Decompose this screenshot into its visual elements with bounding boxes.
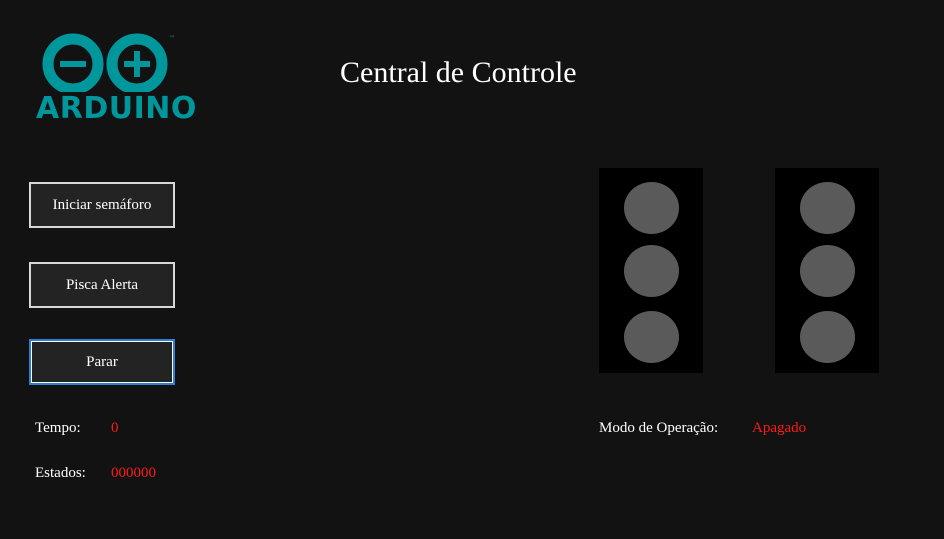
operation-mode-value: Apagado — [752, 420, 807, 436]
traffic-light-2-green-lamp — [800, 311, 855, 363]
page-title: Central de Controle — [340, 56, 577, 89]
start-traffic-light-button[interactable]: Iniciar semáforo — [29, 182, 175, 228]
traffic-light-1 — [599, 168, 703, 373]
trademark-mark: ™ — [169, 35, 175, 42]
time-value: 0 — [111, 420, 119, 436]
time-label: Tempo: — [35, 420, 81, 436]
traffic-light-1-green-lamp — [624, 311, 679, 363]
stop-button[interactable]: Parar — [29, 339, 175, 385]
control-panel-page: ™ ARDUINO Central de Controle Iniciar se… — [0, 0, 944, 539]
blink-alert-button[interactable]: Pisca Alerta — [29, 262, 175, 308]
traffic-light-2 — [775, 168, 879, 373]
traffic-light-2-red-lamp — [800, 182, 855, 234]
operation-mode-label: Modo de Operação: — [599, 420, 719, 436]
arduino-logo: ™ ARDUINO — [34, 32, 196, 128]
traffic-light-2-yellow-lamp — [800, 245, 855, 297]
arduino-infinity-icon: ™ — [42, 33, 175, 92]
states-value: 000000 — [111, 465, 156, 481]
traffic-light-1-yellow-lamp — [624, 245, 679, 297]
states-label: Estados: — [35, 465, 86, 481]
traffic-light-1-red-lamp — [624, 182, 679, 234]
logo-wordmark: ARDUINO — [36, 91, 197, 126]
